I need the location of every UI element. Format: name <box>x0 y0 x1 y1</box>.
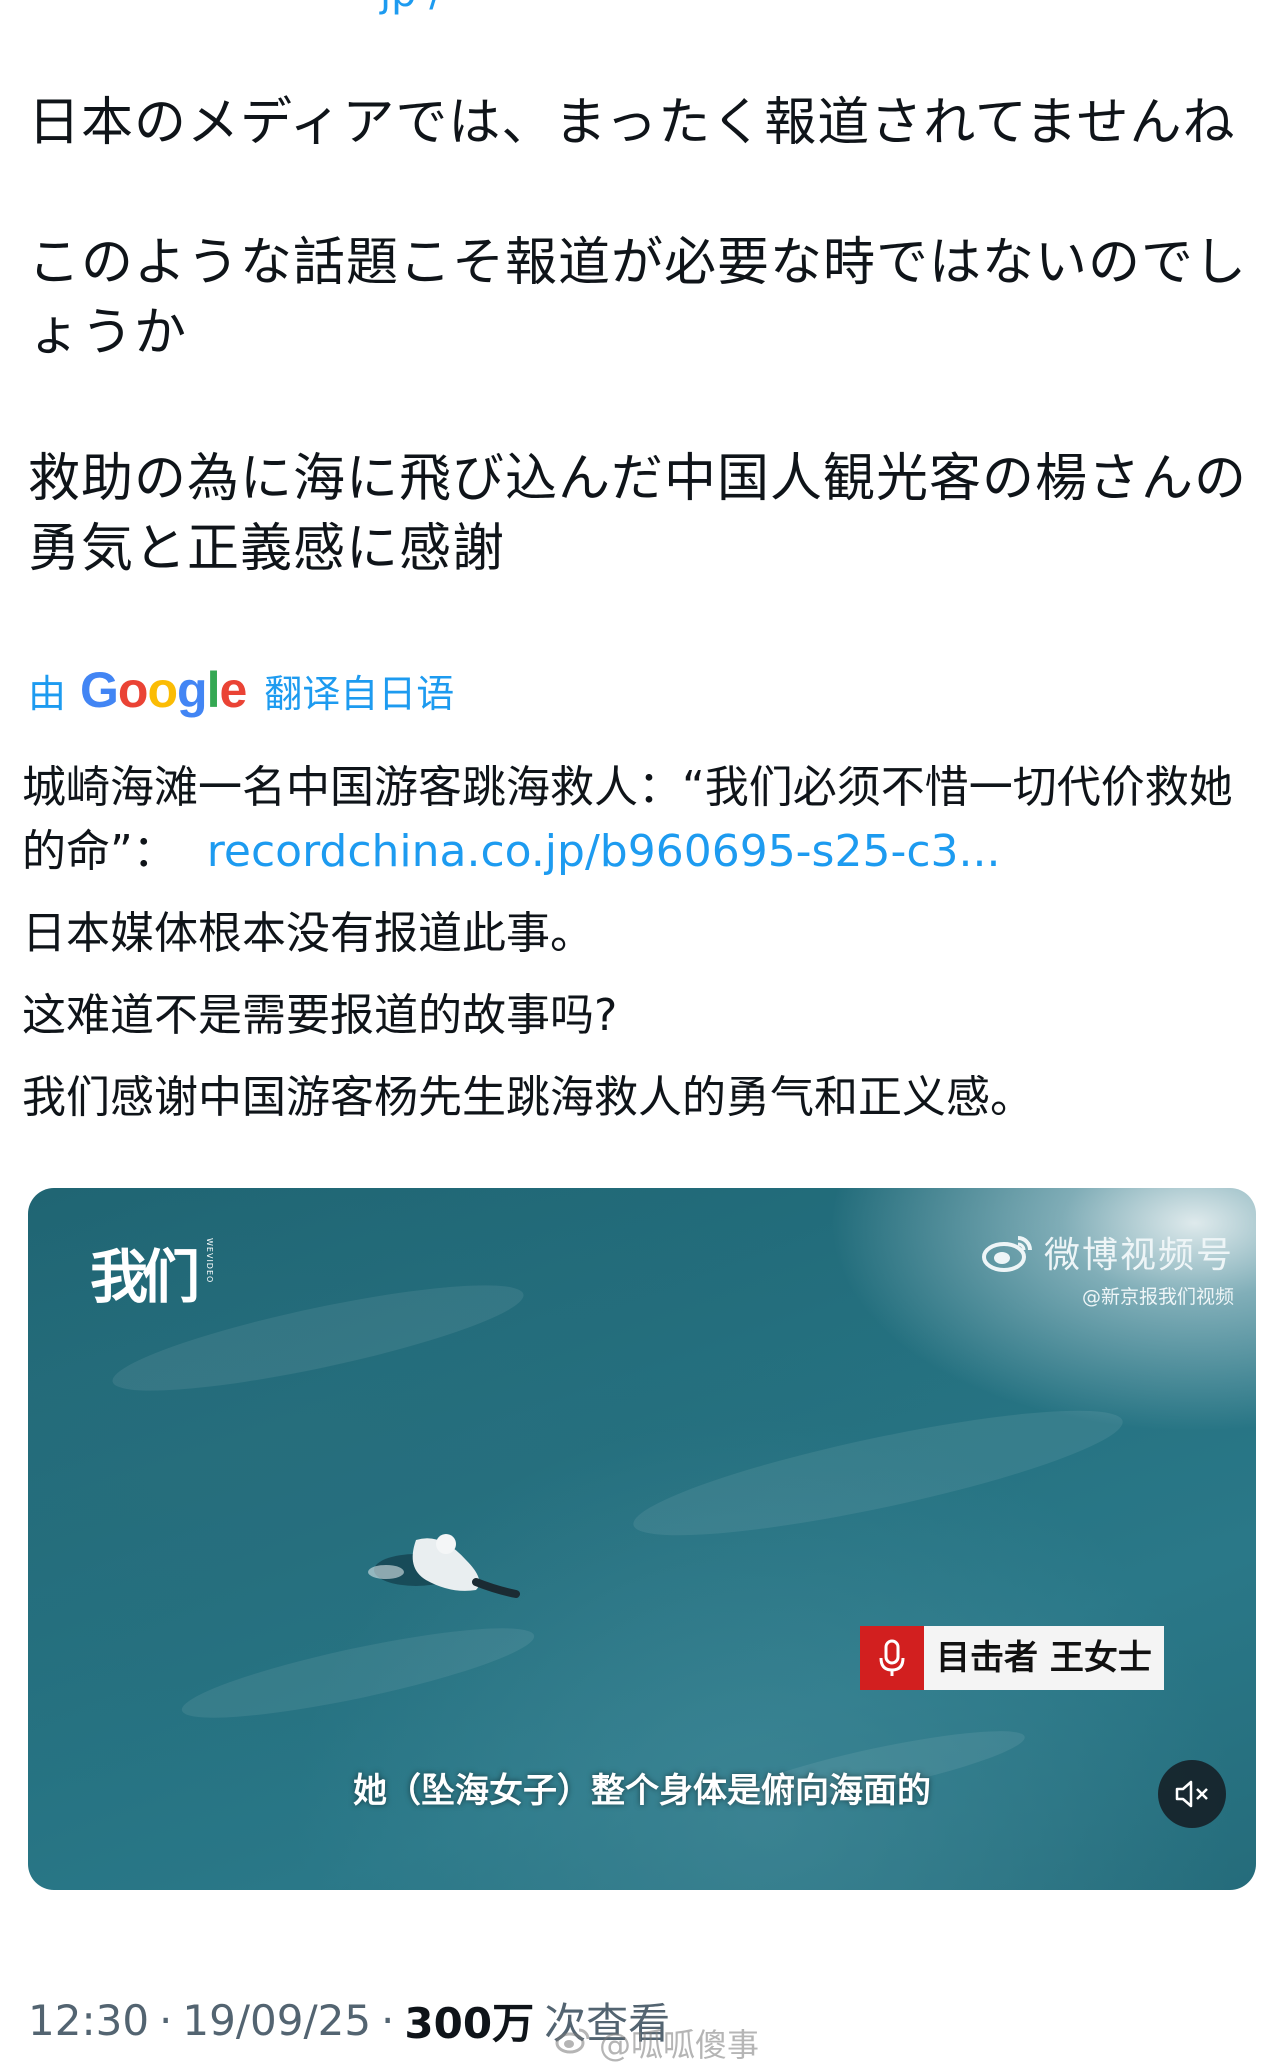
original-paragraph-1: 日本のメディアでは、まったく報道されてませんね <box>28 93 1236 153</box>
translated-line-4: 我们感谢中国游客杨先生跳海救人的勇气和正义感。 <box>22 1072 1034 1123</box>
handle-fragment[interactable]: jp / <box>380 0 443 16</box>
google-logo: Google <box>80 662 247 718</box>
weibo-brand-name: 微博视频号 <box>1043 1235 1234 1276</box>
translated-line-3: 这难道不是需要报道的故事吗? <box>22 990 618 1041</box>
video-channel-logo: 我们 <box>90 1243 200 1311</box>
watermark-text: @呱呱傻事 <box>599 2026 760 2064</box>
translated-line-1: 城崎海滩一名中国游客跳海救人：“我们必须不惜一切代价救她的命”： recordch… <box>22 756 1262 884</box>
weibo-video-brand: 微博视频号 @新京报我们视频 <box>981 1226 1234 1309</box>
translated-line-2: 日本媒体根本没有报道此事。 <box>22 908 594 959</box>
original-paragraph-3: 救助の為に海に飛び込んだ中国人観光客の楊さんの勇気と正義感に感謝 <box>28 449 1248 579</box>
weibo-watermark-icon <box>555 2024 591 2062</box>
tweet-time[interactable]: 12:30 <box>28 1996 149 2045</box>
weibo-brand-handle: @新京报我们视频 <box>1081 1286 1234 1308</box>
person-in-water <box>368 1534 520 1598</box>
mute-icon <box>1175 1780 1208 1808</box>
mic-icon <box>860 1626 924 1690</box>
watermark: @呱呱傻事 <box>555 2020 759 2066</box>
translation-prefix: 由 <box>28 671 67 716</box>
meta-separator: · <box>159 1996 173 2045</box>
translation-attribution[interactable]: 由 Google 翻译自日语 <box>28 660 454 720</box>
view-count: 300万 <box>404 1999 535 2048</box>
tweet-date[interactable]: 19/09/25 <box>182 1996 371 2045</box>
weibo-icon <box>981 1232 1034 1272</box>
video-channel-logo-sub: WEVIDEO <box>205 1238 214 1284</box>
witness-label: 目击者 王女士 <box>936 1638 1152 1678</box>
witness-caption: 目击者 王女士 <box>860 1626 1164 1690</box>
translation-suffix: 翻译自日语 <box>264 671 455 716</box>
wave-highlight <box>626 1386 1130 1560</box>
wave-highlight <box>176 1611 540 1735</box>
video-player[interactable]: 我们 WEVIDEO 微博视频号 @新京报我们视频 目击者 王女士 她（坠海女子… <box>28 1188 1256 1890</box>
original-paragraph-2: このような話題こそ報道が必要な時ではないのでしょうか <box>28 233 1248 363</box>
mute-button[interactable] <box>1158 1760 1226 1828</box>
meta-separator: · <box>381 1996 395 2045</box>
article-link[interactable]: recordchina.co.jp/b960695-s25-c3... <box>207 826 1001 877</box>
video-subtitle: 她（坠海女子）整个身体是俯向海面的 <box>353 1771 931 1811</box>
